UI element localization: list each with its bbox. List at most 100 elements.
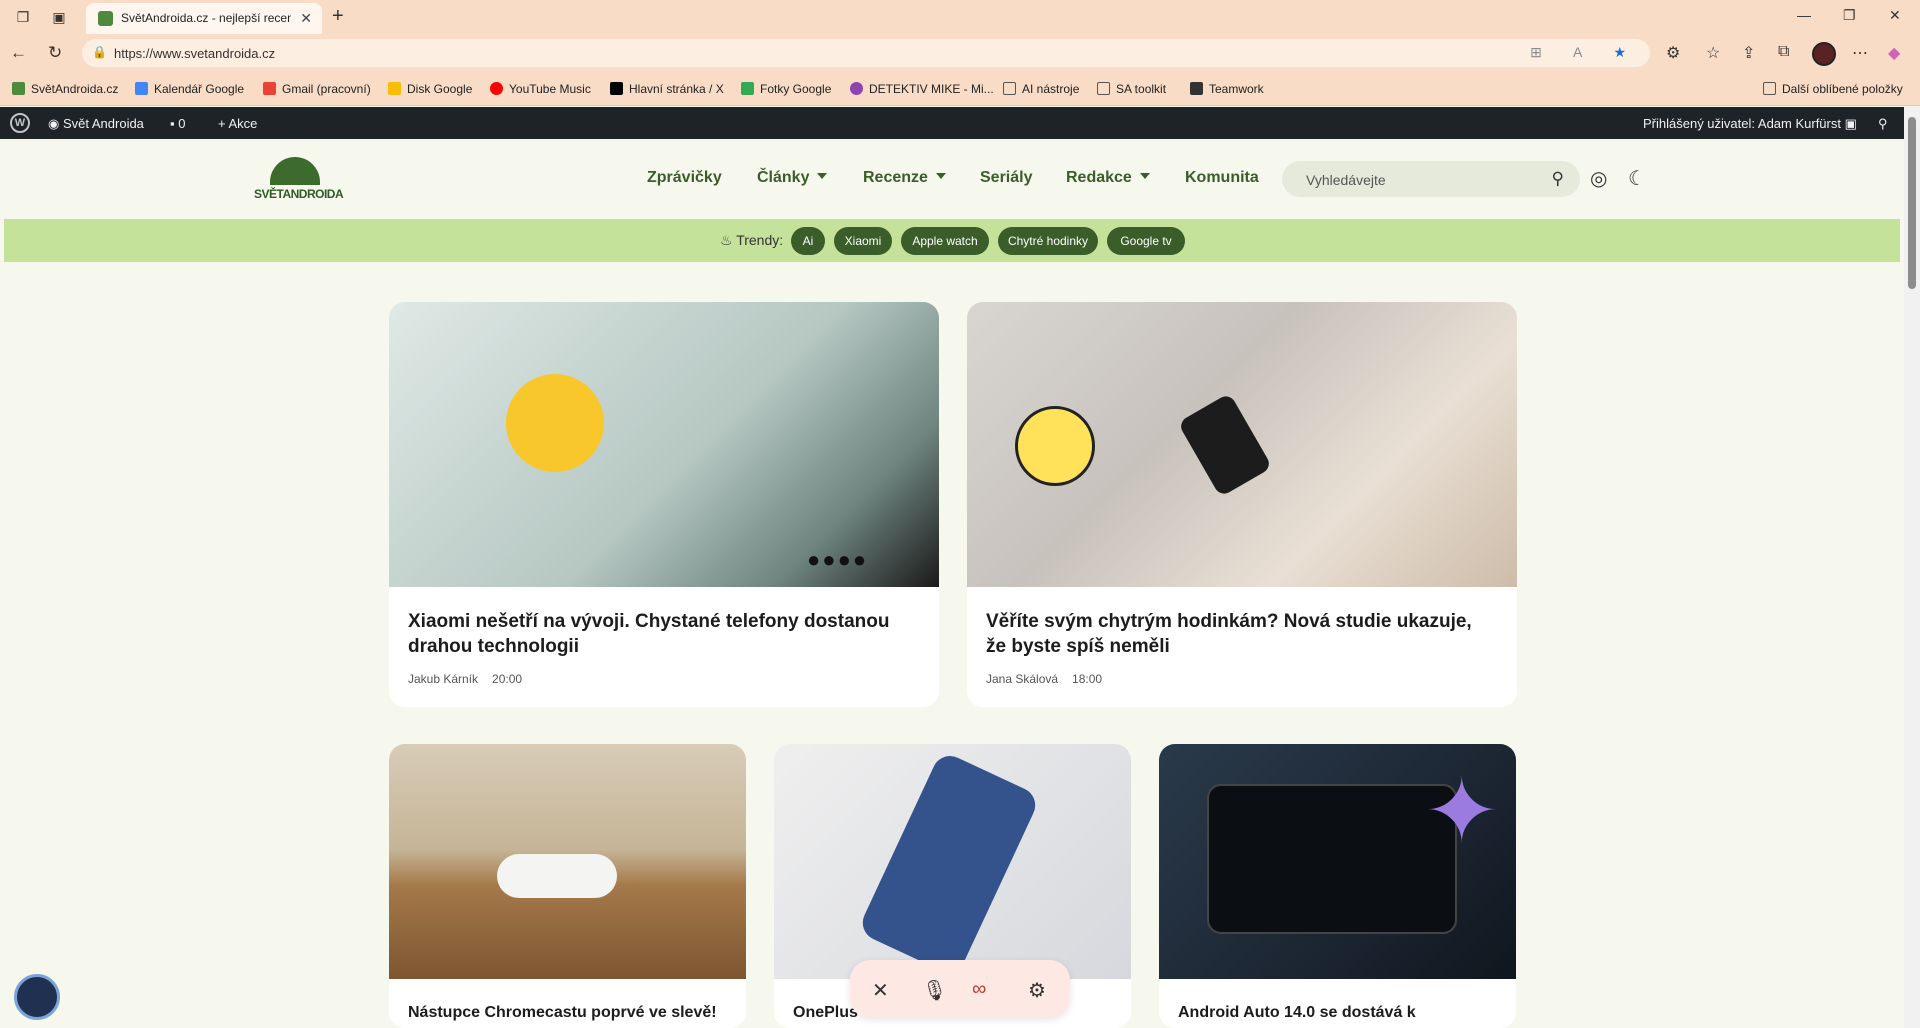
trends-label: ♨ Trendy: [720,232,784,248]
scrollbar[interactable] [1904,107,1920,1028]
search-icon[interactable]: ⚲ [1552,169,1564,189]
article-title[interactable]: Xiaomi nešetří na vývoji. Chystané telef… [408,609,918,659]
refresh-icon[interactable]: ↻ [48,43,62,63]
browser-tab[interactable]: SvětAndroida.cz - nejlepší recenze ✕ [86,3,322,34]
tab-title: SvětAndroida.cz - nejlepší recenze [121,11,291,25]
article-title[interactable]: Android Auto 14.0 se dostává k [1178,1000,1498,1025]
bookmark-folder[interactable]: SA toolkit [1097,82,1166,96]
glasses-icon[interactable]: ∞ [972,978,986,1001]
search-input[interactable]: Vyhledávejte [1306,172,1386,188]
gemini-star-icon: ✦ [1424,762,1500,862]
bookmark-item[interactable]: SvětAndroida.cz [12,82,118,96]
wp-search-icon[interactable]: ⚲ [1878,116,1888,132]
more-menu-icon[interactable]: ⋯ [1852,43,1868,63]
article-image[interactable] [774,744,1131,979]
car-screen-shape [1207,784,1457,934]
bookmark-folder[interactable]: AI nástroje [1003,82,1079,96]
settings-icon[interactable]: ⚙ [1028,978,1046,1003]
tab-close-icon[interactable]: ✕ [300,10,312,27]
new-tab-icon[interactable]: + [332,5,344,28]
phone-shape [1177,392,1273,498]
other-bookmarks-folder[interactable]: Další oblíbené položky [1763,82,1903,96]
menu-item[interactable]: Komunita [1185,169,1259,187]
chevron-down-icon [935,173,946,179]
vertical-tabs-icon[interactable]: ▣ [50,8,68,26]
menu-item-dropdown[interactable]: Recenze [863,169,946,187]
floating-toolbar: ✕ 🎙 ∞ ⚙ [850,960,1070,1018]
site-header: SVĚTANDROIDA Zprávičky Články Recenze Se… [4,139,1900,219]
chevron-down-icon [817,173,828,179]
bookmark-item[interactable]: Hlavní stránka / X [610,82,724,96]
menu-item-dropdown[interactable]: Redakce [1066,169,1150,187]
bookmark-item[interactable]: DETEKTIV MIKE - Mi... [850,82,994,96]
menu-item[interactable]: Seriály [980,169,1032,187]
cookie-settings-icon[interactable] [14,974,60,1020]
bookmark-item[interactable]: Disk Google [388,82,472,96]
site-logo[interactable]: SVĚTANDROIDA [254,157,344,205]
bookmark-item[interactable]: Kalendář Google [135,82,244,96]
android-logo-icon [270,157,320,185]
trend-chip[interactable]: Xiaomi [834,227,892,255]
menu-item-dropdown[interactable]: Články [757,169,828,187]
wp-user-account[interactable]: Přihlášený uživatel: Adam Kurfürst ▣ [1643,116,1857,132]
close-window-icon[interactable]: ✕ [1889,7,1901,24]
wp-comments[interactable]: ▪ 0 [170,116,185,131]
microphone-icon[interactable]: 🎙 [922,978,947,1003]
article-meta: Jana Skálová 18:00 [986,672,1103,686]
trend-chip[interactable]: Chytré hodinky [998,227,1098,255]
article-card[interactable]: Nástupce Chromecastu poprvé ve slevě! [389,744,746,1028]
favorites-icon[interactable]: ☆ [1706,43,1720,63]
article-image[interactable]: ✦ [1159,744,1516,979]
article-image[interactable] [967,302,1517,587]
article-image[interactable] [389,744,746,979]
trend-chip[interactable]: Google tv [1107,227,1185,255]
restore-icon[interactable]: ❐ [1843,7,1856,24]
bookmark-item[interactable]: Gmail (pracovní) [263,82,371,96]
extensions-icon[interactable]: ⚙ [1666,43,1680,63]
bookmark-item[interactable]: Teamwork [1190,82,1264,96]
device-shape [497,854,617,898]
dark-mode-icon[interactable]: ☾ [1628,166,1646,191]
close-icon[interactable]: ✕ [872,978,889,1003]
trends-bar: ♨ Trendy: Ai Xiaomi Apple watch Chytré h… [4,219,1900,262]
article-card[interactable]: ✦ Android Auto 14.0 se dostává k [1159,744,1516,1028]
address-bar[interactable]: 🔒 https://www.svetandroida.cz ⊞ A ★ [82,39,1650,67]
tab-favicon-icon [98,11,113,26]
copilot-icon[interactable]: ◆ [1888,43,1900,63]
share-icon[interactable]: ⇪ [1742,43,1755,63]
site-search[interactable]: Vyhledávejte ⚲ [1282,161,1580,197]
camera-dots: ●●●● [807,547,869,572]
wp-new-button[interactable]: + Akce [218,116,257,131]
phone-shape [856,750,1042,978]
chevron-down-icon [1139,173,1150,179]
url-text[interactable]: https://www.svetandroida.cz [114,46,275,61]
article-card[interactable]: ●●●● Xiaomi nešetří na vývoji. Chystané … [389,302,939,707]
article-title[interactable]: Nástupce Chromecastu poprvé ve slevě! [408,1000,728,1025]
trend-chip[interactable]: Ai [791,227,825,255]
bookmark-item[interactable]: Fotky Google [741,82,831,96]
browser-titlebar: ❐ ▣ SvětAndroida.cz - nejlepší recenze ✕… [0,0,1920,34]
trend-chip[interactable]: Apple watch [901,227,989,255]
address-bar-icons[interactable]: ⊞ A ★ [1530,44,1640,61]
wp-admin-bar: W ◉ Svět Androida ▪ 0 + Akce Přihlášený … [0,107,1920,139]
article-meta: Jakub Kárník 20:00 [408,672,523,686]
favorite-star-icon: ★ [1613,44,1640,60]
user-account-icon[interactable]: ◎ [1590,166,1607,191]
article-image[interactable]: ●●●● [389,302,939,587]
article-title[interactable]: Věříte svým chytrým hodinkám? Nová studi… [986,609,1496,659]
wordpress-icon[interactable]: W [10,113,30,133]
bookmarks-bar: SvětAndroida.cz Kalendář Google Gmail (p… [0,74,1920,106]
minimize-icon[interactable]: — [1797,7,1811,23]
lock-icon: 🔒 [92,45,107,59]
browser-navbar: ← ↻ 🔒 https://www.svetandroida.cz ⊞ A ★ … [0,34,1920,74]
workspaces-icon[interactable]: ❐ [14,8,32,26]
wp-site-link[interactable]: ◉ Svět Androida [48,116,144,132]
menu-item[interactable]: Zprávičky [647,169,722,187]
scrollbar-thumb[interactable] [1908,117,1916,289]
back-icon[interactable]: ← [10,43,27,63]
surprised-emoji-icon [506,374,604,472]
collections-icon[interactable]: ⧉ [1778,43,1789,61]
bookmark-item[interactable]: YouTube Music [490,82,591,96]
article-card[interactable]: Věříte svým chytrým hodinkám? Nová studi… [967,302,1517,707]
profile-avatar[interactable] [1812,42,1836,66]
